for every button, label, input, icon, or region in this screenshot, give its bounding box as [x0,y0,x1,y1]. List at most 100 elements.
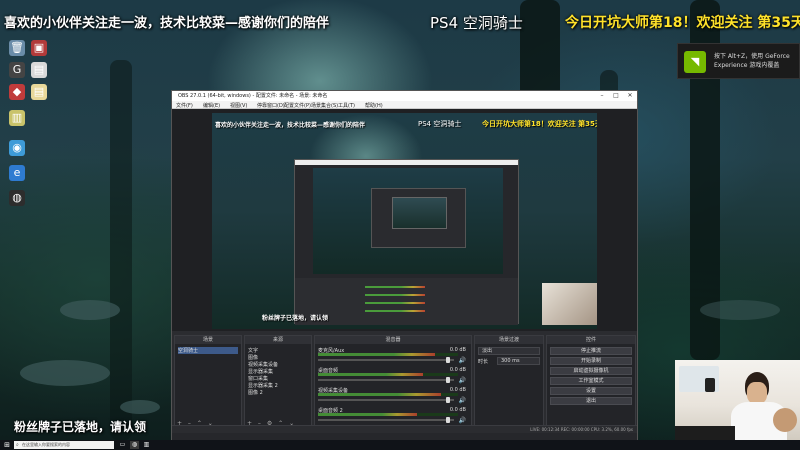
scenes-panel: 场景 空洞骑士 + – ⌃ ⌄ [174,335,242,429]
scene-item[interactable]: 空洞骑士 [178,347,238,354]
controls-title: 控件 [547,336,635,344]
windows-start-icon[interactable]: ⊞ [2,441,12,449]
control-button[interactable]: 退出 [550,397,632,405]
desktop-icon[interactable]: e [0,165,34,181]
webcam-overlay [675,360,800,450]
mixer-channel: 麦克风/Aux 0.0 dB 🔊 [318,347,468,365]
file-icon: ▤ [31,62,47,78]
obs-taskbar-icon[interactable]: ◍ [130,441,139,449]
mixer-panel: 混音器 麦克风/Aux 0.0 dB 🔊 桌面音频 0.0 dB 🔊 视频采集设备 0.0 d… [314,335,472,429]
obs-icon: ◍ [9,190,25,206]
bottom-banner-text: 粉丝牌子已落地，请认领 [14,420,147,434]
volume-slider-handle[interactable] [446,417,450,423]
transitions-title: 场景过渡 [475,336,543,344]
minimize-button[interactable]: – [595,91,609,101]
nvidia-icon: ◥ [684,51,706,73]
volume-meter-level [318,393,441,396]
volume-slider-handle[interactable] [446,357,450,363]
game-title-text: PS4 空洞骑士 [430,14,523,32]
obs-statusbar: LIVE: 00:12:34 REC: 00:00:00 CPU: 3.2%, … [172,425,637,433]
mixer-title: 混音器 [315,336,471,344]
explorer-icon[interactable]: ▥ [142,441,151,449]
volume-slider[interactable] [318,419,454,421]
volume-slider[interactable] [318,399,454,401]
menu-item[interactable]: 帮助(H) [365,102,383,109]
source-item[interactable]: 窗口采集 [248,375,268,382]
preview-right-text: 今日开坑大师第18！欢迎关注 第35天 [482,120,597,128]
mixer-channel: 桌面音频 0.0 dB 🔊 [318,367,468,385]
controls-panel: 控件 停止推流开始录制启动虚拟摄像机 工作室模式设置退出 [546,335,636,429]
volume-slider-handle[interactable] [446,377,450,383]
task-view-icon[interactable]: ▭ [118,441,127,449]
menu-item[interactable]: 停靠窗口(D) [257,102,285,109]
chrome-icon: ◉ [9,140,25,156]
menu-item[interactable]: 配置文件(P) [284,102,311,109]
right-banner-text: 今日开坑大师第18！欢迎关注 第35天 [565,15,800,31]
scenes-title: 场景 [175,336,241,344]
menu-item[interactable]: 编辑(E) [203,102,220,109]
sources-panel: 来源 文字 图像 视频采集设备 显示器采集 窗口采集 显示器采集 2 图像 2 + – ⚙ … [244,335,312,429]
close-button[interactable]: ✕ [623,91,637,101]
control-button[interactable]: 开始录制 [550,357,632,365]
obs-docks: 场景 空洞骑士 + – ⌃ ⌄ 来源 文字 图像 视频采集设备 显示器采集 窗口采集 显示… [172,331,637,433]
source-item[interactable]: 图像 2 [248,389,263,396]
speaker-icon[interactable]: 🔊 [459,417,466,424]
volume-meter-level [318,373,423,376]
duration-input[interactable]: 300 ms [497,357,540,365]
source-item[interactable]: 文字 [248,347,258,354]
volume-meter-level [318,353,435,356]
menu-item[interactable]: 场景集合(S) [311,102,338,109]
desktop-icon[interactable]: ◉ [0,140,34,156]
search-icon: ⌕ [16,442,19,448]
speaker-icon[interactable]: 🔊 [459,357,466,364]
desktop-icon[interactable]: ▤ [22,84,56,100]
edge-icon: e [9,165,25,181]
file-icon: ▤ [31,84,47,100]
control-button[interactable]: 停止推流 [550,347,632,355]
speaker-icon[interactable]: 🔊 [459,377,466,384]
source-item[interactable]: 显示器采集 [248,368,273,375]
volume-slider[interactable] [318,359,454,361]
duration-label: 时长 [478,359,489,365]
source-item[interactable]: 显示器采集 2 [248,382,278,389]
taskbar-search-input[interactable]: ⌕ 在这里输入你要搜索的内容 [14,441,114,449]
mixer-channel: 桌面音频 2 0.0 dB 🔊 [318,407,468,425]
menu-item[interactable]: 视图(V) [230,102,247,109]
sources-title: 来源 [245,336,311,344]
taskbar: ⊞ ⌕ 在这里输入你要搜索的内容 ▭ ◍ ▥ [0,440,800,450]
preview-bottom-text: 粉丝牌子已落地，请认领 [262,315,329,322]
desktop-icon[interactable]: ▥ [0,110,34,126]
obs-window[interactable]: OBS 27.0.1 (64-bit, windows) - 配置文件: 未命名… [171,90,638,442]
transitions-panel: 场景过渡 淡出 时长 300 ms [474,335,544,429]
desktop-icon[interactable]: ▤ [22,62,56,78]
obs-menubar: 文件(F) 编辑(E) 视图(V) 停靠窗口(D) 配置文件(P) 场景集合(S) 工具(T… [172,101,637,109]
app-icon: ▣ [31,40,47,56]
obs-titlebar[interactable]: OBS 27.0.1 (64-bit, windows) - 配置文件: 未命名… [172,91,637,101]
preview-top-text: 喜欢的小伙伴关注走一波，技术比较菜—感谢你们的陪伴 [215,122,366,129]
source-item[interactable]: 图像 [248,354,258,361]
transition-select[interactable]: 淡出 [478,347,540,355]
control-button[interactable]: 启动虚拟摄像机 [550,367,632,375]
control-button[interactable]: 设置 [550,387,632,395]
nvidia-notification[interactable]: ◥ 按下 Alt+Z，使用 GeForce Experience 游戏内覆盖 [677,43,800,79]
obs-preview-area: 喜欢的小伙伴关注走一波，技术比较菜—感谢你们的陪伴 PS4 空洞骑士 今日开坑大… [172,109,637,331]
menu-item[interactable]: 文件(F) [176,102,193,109]
desktop-icon[interactable]: ▣ [22,40,56,56]
preview-webcam [542,283,597,325]
menu-item[interactable]: 工具(T) [338,102,355,109]
preview-game-title: PS4 空洞骑士 [418,120,462,128]
control-button[interactable]: 工作室模式 [550,377,632,385]
mixer-channel: 视频采集设备 0.0 dB 🔊 [318,387,468,405]
maximize-button[interactable]: □ [609,91,623,101]
folder-icon: ▥ [9,110,25,126]
volume-slider-handle[interactable] [446,397,450,403]
obs-preview-canvas[interactable]: 喜欢的小伙伴关注走一波，技术比较菜—感谢你们的陪伴 PS4 空洞骑士 今日开坑大… [212,113,597,329]
nested-obs-capture [294,159,519,325]
nvidia-message: 按下 Alt+Z，使用 GeForce Experience 游戏内覆盖 [714,53,790,69]
source-item[interactable]: 视频采集设备 [248,361,278,368]
speaker-icon[interactable]: 🔊 [459,397,466,404]
taskbar-search-placeholder: 在这里输入你要搜索的内容 [22,442,70,447]
volume-slider[interactable] [318,379,454,381]
desktop-icon[interactable]: ◍ [0,190,34,206]
obs-window-title: OBS 27.0.1 (64-bit, windows) - 配置文件: 未命名… [178,93,328,99]
